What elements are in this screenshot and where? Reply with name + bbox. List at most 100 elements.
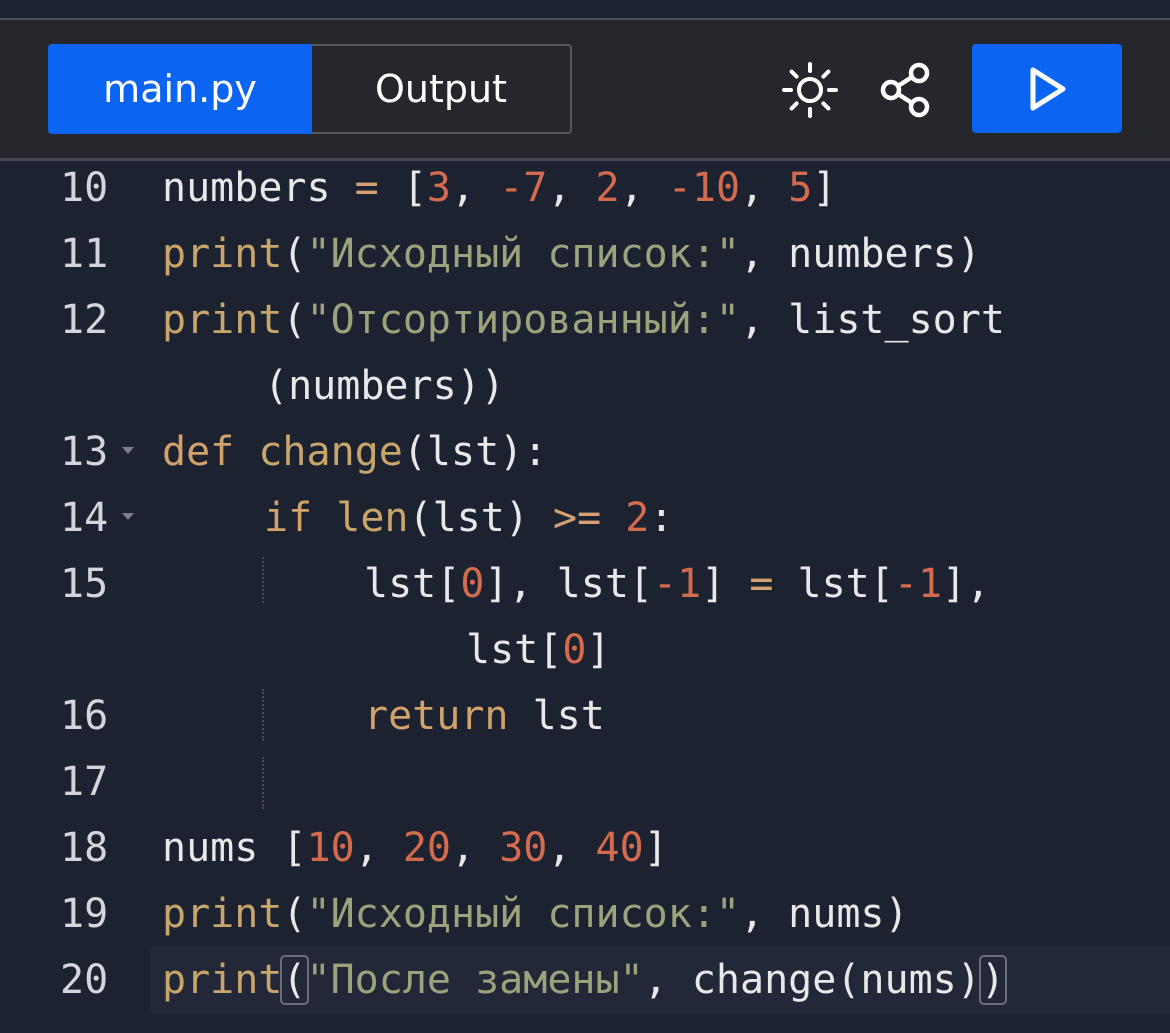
code-token: len (336, 495, 409, 541)
code-token: (numbers)) (264, 363, 505, 409)
code-token: return (364, 693, 533, 739)
code-token: if (264, 495, 337, 541)
code-token: print (162, 231, 283, 277)
code-token: 40 (595, 825, 644, 871)
code-token: 3 (426, 165, 452, 211)
code-token: ( (282, 297, 307, 343)
line-number: 15 (60, 561, 109, 607)
code-text: return lst (364, 683, 605, 749)
code-line[interactable]: 12 print("Отсортированный:", list_sort (0, 287, 1170, 353)
code-token: , numbers) (740, 231, 981, 277)
code-token: = (749, 561, 774, 607)
code-token: 10 (306, 825, 355, 871)
editor-toolbar: main.py Output (0, 20, 1170, 161)
code-line[interactable]: 19 print("Исходный список:", nums) (0, 881, 1170, 947)
indent-guide (262, 689, 264, 741)
code-text: print("Отсортированный:", list_sort (162, 287, 1005, 353)
code-token: ], lst[ (484, 561, 653, 607)
code-token: (lst) (408, 495, 553, 541)
code-token: , change(nums) (643, 957, 981, 1003)
share-icon[interactable] (874, 58, 938, 122)
line-number: 16 (60, 693, 109, 739)
run-button[interactable] (972, 44, 1122, 133)
code-token: ], (942, 561, 991, 607)
code-token: ( (282, 891, 307, 937)
code-token: 20 (402, 825, 452, 871)
code-token: , (619, 165, 668, 211)
code-token: print (162, 957, 283, 1003)
fold-arrow-icon[interactable] (122, 513, 134, 520)
indent-guide (262, 557, 264, 603)
theme-sun-icon[interactable] (778, 58, 842, 122)
code-token: change (258, 429, 403, 475)
fold-arrow-icon[interactable] (122, 447, 134, 454)
line-number: 13 (60, 429, 109, 475)
line-number: 10 (60, 165, 109, 211)
code-token: ] (586, 627, 611, 673)
code-token: , (354, 825, 403, 871)
code-text: print("После замены", change(nums)) (162, 947, 1007, 1013)
code-text: nums [10, 20, 30, 40] (162, 815, 668, 881)
code-token: 5 (788, 165, 813, 211)
code-line[interactable]: 20 print("После замены", change(nums)) (60, 947, 1170, 1013)
code-text: (numbers)) (264, 353, 505, 419)
line-number: 12 (60, 297, 109, 343)
code-token: "После замены" (306, 957, 644, 1003)
code-text: def change(lst): (162, 419, 547, 485)
code-token: -1 (653, 561, 702, 607)
code-token: 2 (595, 165, 620, 211)
code-token: -1 (893, 561, 943, 607)
code-token: , nums) (740, 891, 909, 937)
line-number: 14 (60, 495, 109, 541)
code-line[interactable]: (numbers)) (0, 353, 1170, 419)
code-token: numbers (162, 165, 355, 211)
code-token: print (162, 891, 283, 937)
tab-output[interactable]: Output (312, 44, 572, 134)
code-token: ] (643, 825, 668, 871)
code-text: print("Исходный список:", nums) (162, 881, 909, 947)
tab-main-py[interactable]: main.py (48, 44, 312, 134)
code-token: "Исходный список:" (306, 891, 740, 937)
code-token: , (451, 825, 500, 871)
code-line[interactable]: 17 (0, 749, 1170, 815)
code-token: ] (812, 165, 837, 211)
code-token: lst[ (773, 561, 894, 607)
code-token: 0 (562, 627, 587, 673)
code-editor[interactable]: 10 numbers = [3, -7, 2, -10, 5] 11 print("И… (0, 161, 1170, 1033)
code-token: : (649, 495, 674, 541)
code-text: numbers = [3, -7, 2, -10, 5] (162, 155, 836, 221)
code-token: , (740, 165, 789, 211)
top-strip (0, 0, 1170, 20)
matched-bracket: ( (280, 955, 309, 1005)
line-number: 11 (60, 231, 109, 277)
code-text: lst[0], lst[-1] = lst[-1], (364, 551, 990, 617)
code-line[interactable]: 13 def change(lst): (0, 419, 1170, 485)
code-line[interactable]: 18 nums [10, 20, 30, 40] (0, 815, 1170, 881)
line-number: 18 (60, 825, 109, 871)
indent-guide (262, 757, 264, 809)
code-token: lst[ (364, 561, 461, 607)
code-token: -10 (667, 165, 741, 211)
code-line[interactable]: 14 if len(lst) >= 2: (0, 485, 1170, 551)
code-token: nums [ (162, 825, 307, 871)
code-token: print (162, 297, 283, 343)
code-line[interactable]: 11 print("Исходный список:", numbers) (0, 221, 1170, 287)
code-token: 30 (499, 825, 548, 871)
code-line[interactable]: 10 numbers = [3, -7, 2, -10, 5] (0, 155, 1170, 221)
line-number: 19 (60, 891, 109, 937)
code-token: def (162, 429, 259, 475)
code-token: (lst): (402, 429, 548, 475)
code-line[interactable]: 15 lst[0], lst[-1] = lst[-1], (0, 551, 1170, 617)
code-token: >= (553, 495, 602, 541)
code-token: 2 (625, 495, 650, 541)
code-token: , (547, 825, 596, 871)
code-token: "Исходный список:" (306, 231, 740, 277)
code-line[interactable]: 16 return lst (0, 683, 1170, 749)
code-text: if len(lst) >= 2: (264, 485, 673, 551)
code-line[interactable]: lst[0] (0, 617, 1170, 683)
code-token: lst[ (466, 627, 563, 673)
code-token: , list_sort (740, 297, 1005, 343)
play-icon (1030, 67, 1066, 110)
code-token: ( (282, 231, 307, 277)
